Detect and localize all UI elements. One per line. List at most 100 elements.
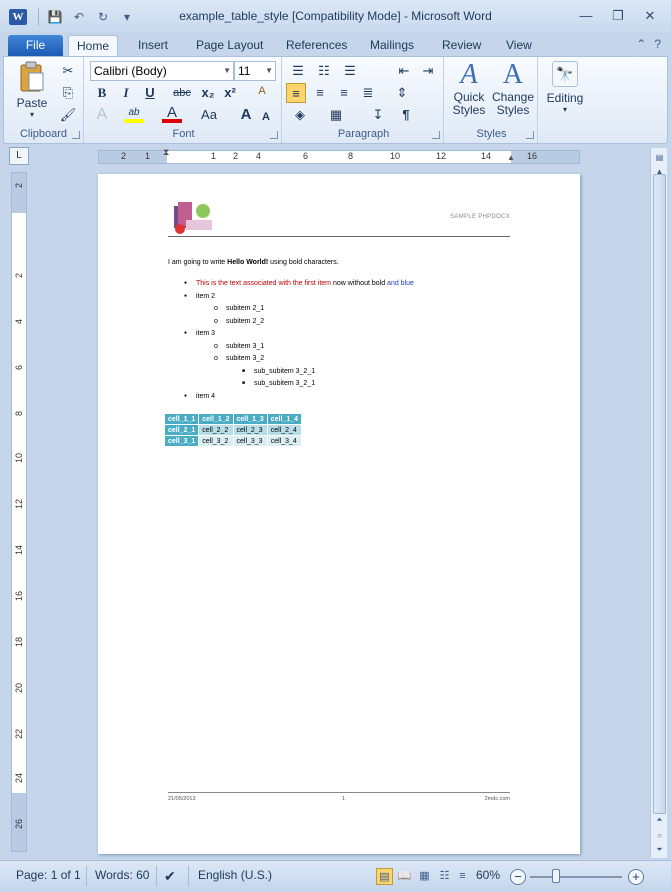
next-page-icon[interactable]: ⏷: [652, 842, 667, 857]
tab-insert[interactable]: Insert: [130, 35, 176, 56]
grow-font-icon[interactable]: A: [236, 105, 256, 125]
numbering-icon[interactable]: ☷: [314, 61, 334, 81]
tab-review[interactable]: Review: [434, 35, 489, 56]
table-cell[interactable]: cell_3_1: [165, 436, 199, 446]
indent-marker-icon[interactable]: ⧗: [163, 147, 169, 158]
sort-icon[interactable]: ↧: [368, 105, 388, 125]
tab-file[interactable]: File: [8, 35, 63, 56]
intro-paragraph[interactable]: I am going to write Hello World! using b…: [168, 258, 339, 267]
increase-indent-icon[interactable]: ⇥: [418, 61, 438, 81]
right-indent-marker-icon[interactable]: ▲: [507, 153, 515, 162]
language-indicator[interactable]: English (U.S.): [198, 868, 272, 882]
borders-icon[interactable]: ▦: [326, 105, 346, 125]
list-item[interactable]: subitem 2_2: [226, 317, 264, 326]
font-name-combo[interactable]: Calibri (Body) ▼: [90, 61, 234, 81]
show-marks-icon[interactable]: ¶: [396, 105, 416, 125]
copy-icon[interactable]: ⎘: [58, 83, 78, 103]
table-cell[interactable]: cell_2_3: [233, 425, 267, 435]
shading-icon[interactable]: ◈: [290, 105, 310, 125]
align-center-icon[interactable]: ≡: [310, 83, 330, 103]
subscript-button[interactable]: x₂: [198, 83, 218, 103]
minimize-ribbon-icon[interactable]: ⌃: [636, 37, 646, 51]
table-cell[interactable]: cell_1_3: [233, 414, 267, 424]
italic-button[interactable]: I: [116, 83, 136, 103]
quick-styles-button[interactable]: A Quick Styles: [448, 59, 490, 123]
font-size-combo[interactable]: 11 ▼: [234, 61, 276, 81]
styled-table[interactable]: cell_1_1 cell_1_2 cell_1_3 cell_1_4 cell…: [164, 413, 302, 447]
clear-formatting-icon[interactable]: A: [252, 81, 272, 101]
font-launcher-icon[interactable]: [270, 131, 278, 139]
table-cell[interactable]: cell_3_3: [233, 436, 267, 446]
previous-page-icon[interactable]: ⏶: [652, 812, 667, 827]
zoom-out-icon[interactable]: −: [510, 869, 526, 885]
tab-references[interactable]: References: [278, 35, 355, 56]
text-effects-icon[interactable]: A: [92, 105, 112, 125]
proofing-icon[interactable]: ✔: [164, 868, 176, 885]
change-styles-button[interactable]: A Change Styles: [490, 59, 536, 123]
change-case-icon[interactable]: Aa: [196, 105, 222, 125]
shrink-font-icon[interactable]: A: [256, 107, 276, 127]
scrollbar-thumb[interactable]: [653, 174, 666, 814]
paste-button[interactable]: Paste ▾: [12, 61, 52, 119]
web-layout-icon[interactable]: ▦: [416, 868, 433, 885]
zoom-in-icon[interactable]: +: [628, 869, 644, 885]
list-item[interactable]: subitem 2_1: [226, 304, 264, 313]
list-item[interactable]: sub_subitem 3_2_1: [254, 379, 315, 388]
page-count[interactable]: Page: 1 of 1: [16, 868, 81, 882]
list-item[interactable]: item 3: [196, 329, 215, 338]
browse-object-icon[interactable]: ○: [652, 828, 667, 843]
outline-icon[interactable]: ☷: [436, 868, 453, 885]
vertical-scrollbar[interactable]: ▤ ▲ ⏶ ○ ⏷: [650, 148, 667, 858]
word-count[interactable]: Words: 60: [95, 868, 149, 882]
zoom-slider-thumb[interactable]: [551, 869, 560, 883]
draft-icon[interactable]: ≡: [454, 868, 471, 885]
list-item[interactable]: subitem 3_2: [226, 354, 264, 363]
tab-page-layout[interactable]: Page Layout: [188, 35, 271, 56]
format-painter-icon[interactable]: 🖌: [58, 105, 78, 125]
underline-button[interactable]: U: [140, 83, 160, 103]
justify-icon[interactable]: ≣: [358, 83, 378, 103]
superscript-button[interactable]: x²: [220, 83, 240, 103]
table-cell[interactable]: cell_1_2: [199, 414, 233, 424]
help-icon[interactable]: ?: [654, 37, 661, 51]
tab-mailings[interactable]: Mailings: [362, 35, 422, 56]
zoom-slider[interactable]: [530, 876, 622, 878]
paragraph-launcher-icon[interactable]: [432, 131, 440, 139]
list-item[interactable]: subitem 3_1: [226, 342, 264, 351]
zoom-level[interactable]: 60%: [476, 868, 500, 882]
full-screen-reading-icon[interactable]: 📖: [396, 868, 413, 885]
tab-view[interactable]: View: [498, 35, 540, 56]
restore-button[interactable]: ❐: [605, 6, 631, 26]
print-layout-icon[interactable]: ▤: [376, 868, 393, 885]
bold-button[interactable]: B: [92, 83, 112, 103]
multilevel-list-icon[interactable]: ☰: [340, 61, 360, 81]
cut-icon[interactable]: ✂: [58, 61, 78, 81]
list-item[interactable]: sub_subitem 3_2_1: [254, 367, 315, 376]
line-spacing-icon[interactable]: ⇕: [392, 83, 412, 103]
clipboard-launcher-icon[interactable]: [72, 131, 80, 139]
view-ruler-icon[interactable]: ▤: [652, 150, 667, 165]
table-cell[interactable]: cell_3_4: [267, 436, 301, 446]
highlight-color-icon[interactable]: ab: [124, 103, 144, 123]
list-item[interactable]: item 4: [196, 392, 215, 401]
tab-selector-icon[interactable]: L: [9, 147, 29, 165]
vertical-ruler[interactable]: 2 2 4 6 8 10 12 14 16 18 20 22 24 26: [11, 172, 27, 852]
minimize-button[interactable]: —: [573, 6, 599, 26]
close-button[interactable]: ✕: [637, 6, 663, 26]
table-cell[interactable]: cell_2_2: [199, 425, 233, 435]
styles-launcher-icon[interactable]: [526, 131, 534, 139]
document-page[interactable]: SAMPLE PHPDOCX I am going to write Hello…: [98, 174, 580, 854]
list-item[interactable]: This is the text associated with the fir…: [196, 279, 414, 288]
align-right-icon[interactable]: ≡: [334, 83, 354, 103]
strikethrough-button[interactable]: abc: [170, 83, 194, 103]
decrease-indent-icon[interactable]: ⇤: [394, 61, 414, 81]
chevron-down-icon[interactable]: ▼: [223, 62, 231, 80]
editing-button[interactable]: 🔭 Editing ▾: [542, 61, 588, 121]
tab-home[interactable]: Home: [68, 35, 119, 56]
table-cell[interactable]: cell_1_4: [267, 414, 301, 424]
align-left-icon[interactable]: ≡: [286, 83, 306, 103]
horizontal-ruler[interactable]: 2 1 1 2 4 6 8 10 12 14 16 ⧗ ▲: [98, 147, 580, 164]
font-color-icon[interactable]: A: [162, 103, 182, 123]
list-item[interactable]: item 2: [196, 292, 215, 301]
table-cell[interactable]: cell_2_4: [267, 425, 301, 435]
